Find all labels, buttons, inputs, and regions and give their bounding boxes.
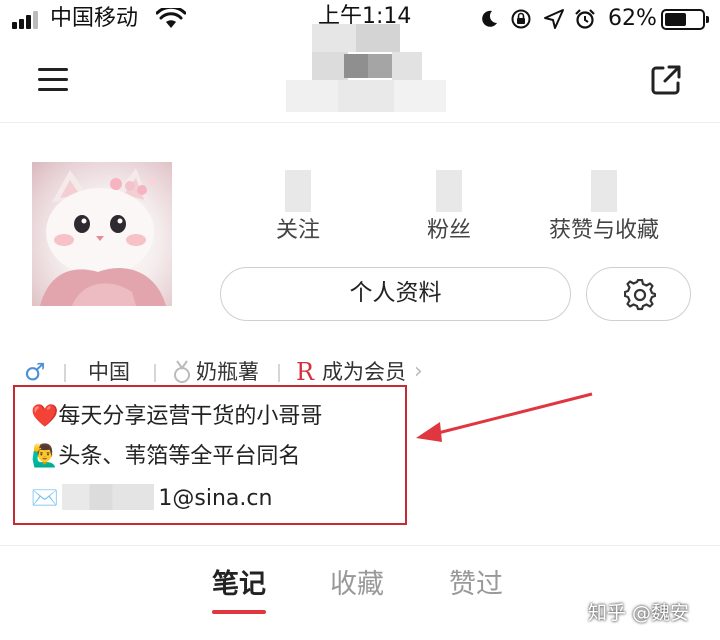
medal-icon — [174, 360, 190, 383]
heart-emoji-icon: ❤️ — [31, 404, 59, 429]
stat-label: 关注 — [275, 218, 320, 243]
member-badge: R — [296, 358, 315, 386]
signal-icon — [12, 11, 42, 29]
bio-line: ❤️每天分享运营干货的小哥哥 — [31, 404, 323, 429]
chevron-right-icon: › — [414, 359, 423, 384]
profile-info-row: ♂ 中国 奶瓶薯 R 成为会员 › — [24, 356, 444, 388]
male-icon: ♂ — [24, 358, 46, 386]
tab-notes[interactable]: 笔记 — [212, 566, 266, 604]
tab-divider — [0, 545, 720, 546]
watermark: 知乎 @魏安 — [588, 602, 690, 624]
location-icon — [544, 9, 564, 29]
header-divider — [0, 122, 720, 123]
settings-button[interactable] — [586, 267, 691, 321]
divider — [64, 364, 66, 382]
avatar[interactable] — [32, 162, 172, 306]
battery-icon — [661, 9, 709, 30]
annotation-arrow-icon — [416, 392, 593, 442]
stat-count-pixelated — [436, 170, 462, 212]
divider — [154, 364, 156, 382]
alarm-icon — [575, 9, 595, 29]
level-name[interactable]: 奶瓶薯 — [196, 356, 259, 388]
stat-count-pixelated — [285, 170, 311, 212]
divider — [278, 364, 280, 382]
location-text: 中国 — [88, 360, 130, 384]
username-pixelated — [286, 24, 446, 118]
moon-icon — [482, 10, 497, 27]
become-member-link[interactable]: 成为会员 — [322, 356, 406, 388]
stat-label: 粉丝 — [426, 218, 471, 243]
wifi-icon — [156, 8, 186, 28]
cat-avatar-image — [40, 168, 166, 306]
external-share-icon[interactable] — [648, 62, 684, 98]
battery-percent: 62% — [608, 6, 657, 31]
edit-profile-button[interactable]: 个人资料 — [220, 267, 571, 321]
gear-icon — [624, 279, 656, 311]
bio-line: ✉️ 1@sina.cn — [31, 483, 272, 515]
bio-highlight-box: ❤️每天分享运营干货的小哥哥 🙋‍♂️头条、苇箔等全平台同名 ✉️ 1@sina.… — [13, 385, 407, 525]
stat-label: 获赞与收藏 — [548, 218, 659, 243]
tab-liked[interactable]: 赞过 — [449, 566, 503, 604]
active-tab-indicator — [212, 610, 266, 614]
envelope-emoji-icon: ✉️ — [31, 486, 59, 511]
bio-line: 🙋‍♂️头条、苇箔等全平台同名 — [31, 444, 301, 469]
stat-count-pixelated — [591, 170, 617, 212]
email-domain: 1@sina.cn — [158, 486, 273, 511]
hamburger-menu-icon[interactable] — [38, 66, 68, 94]
email-pixelated — [62, 484, 155, 510]
carrier-name: 中国移动 — [50, 6, 139, 31]
rotation-lock-icon — [511, 9, 531, 29]
tab-favorites[interactable]: 收藏 — [330, 566, 384, 604]
raising-hand-emoji-icon: 🙋‍♂️ — [31, 444, 59, 469]
